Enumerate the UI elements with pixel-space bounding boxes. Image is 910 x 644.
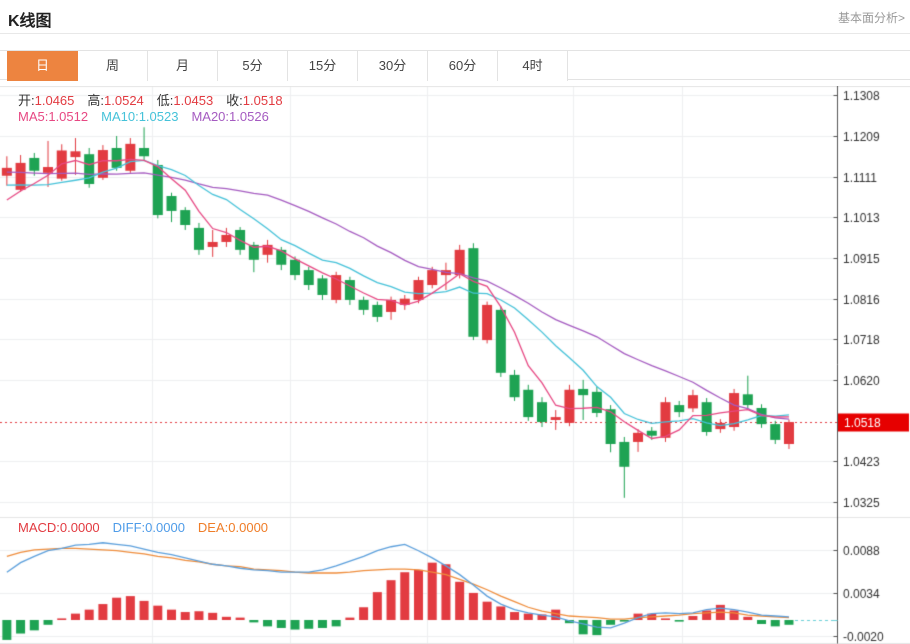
ma-row-item: MA10:1.0523: [101, 109, 178, 124]
macd-row-item: DIFF:0.0000: [113, 520, 185, 535]
macd-row-item: MACD:0.0000: [18, 520, 100, 535]
info-value: 0.0000: [145, 520, 185, 535]
kline-chart-area: 开:1.0465高:1.0524低:1.0453收:1.0518 MA5:1.0…: [0, 86, 910, 644]
page-header: K线图 基本面分析>: [0, 0, 910, 34]
info-value: 1.0518: [243, 93, 283, 108]
period-tabbar: 日周月5分15分30分60分4时: [0, 50, 910, 80]
info-label: DIFF:: [113, 520, 146, 535]
tab-period-3[interactable]: 5分: [218, 51, 288, 81]
tab-period-6[interactable]: 60分: [428, 51, 498, 81]
info-label: MA5:: [18, 109, 48, 124]
tab-period-7[interactable]: 4时: [498, 51, 568, 81]
info-value: 1.0523: [139, 109, 179, 124]
info-label: 高:: [87, 93, 104, 108]
info-label: DEA:: [198, 520, 228, 535]
info-value: 1.0526: [229, 109, 269, 124]
ma-row-item: MA5:1.0512: [18, 109, 88, 124]
ma-info-row: MA5:1.0512 MA10:1.0523 MA20:1.0526: [18, 109, 282, 124]
info-value: 1.0453: [173, 93, 213, 108]
info-label: 开:: [18, 93, 35, 108]
candlestick-macd-canvas[interactable]: [0, 86, 910, 644]
info-value: 0.0000: [228, 520, 268, 535]
info-label: 收:: [226, 93, 243, 108]
tab-period-0[interactable]: 日: [7, 51, 78, 81]
info-value: 0.0000: [60, 520, 100, 535]
page-title: K线图: [8, 7, 52, 31]
info-value: 1.0524: [104, 93, 144, 108]
info-label: MACD:: [18, 520, 60, 535]
tab-period-5[interactable]: 30分: [358, 51, 428, 81]
ohlc-info-row: 开:1.0465 高:1.0524 低:1.0453 收:1.0518: [18, 90, 296, 109]
info-value: 1.0465: [35, 93, 75, 108]
ohlc-row-item: 开:1.0465: [18, 93, 74, 108]
ohlc-row-item: 低:1.0453: [157, 93, 213, 108]
ma-row-item: MA20:1.0526: [191, 109, 268, 124]
ohlc-row-item: 收:1.0518: [226, 93, 282, 108]
info-label: 低:: [157, 93, 174, 108]
ohlc-row-item: 高:1.0524: [87, 93, 143, 108]
info-value: 1.0512: [48, 109, 88, 124]
fundamental-analysis-link[interactable]: 基本面分析>: [838, 9, 905, 26]
tab-period-1[interactable]: 周: [78, 51, 148, 81]
info-label: MA10:: [101, 109, 139, 124]
tab-period-4[interactable]: 15分: [288, 51, 358, 81]
info-label: MA20:: [191, 109, 229, 124]
tab-period-2[interactable]: 月: [148, 51, 218, 81]
macd-info-row: MACD:0.0000DIFF:0.0000DEA:0.0000: [18, 520, 281, 535]
macd-row-item: DEA:0.0000: [198, 520, 268, 535]
